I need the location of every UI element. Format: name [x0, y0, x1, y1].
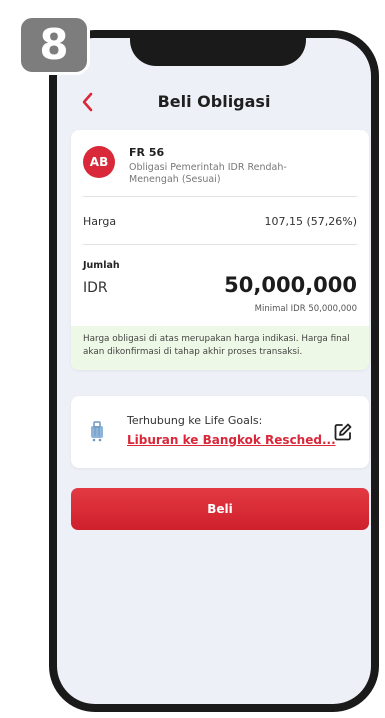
divider [83, 196, 357, 197]
bond-avatar: AB [83, 146, 115, 178]
chevron-left-icon[interactable] [77, 90, 99, 114]
amount-input[interactable]: 50,000,000 [224, 273, 357, 297]
phone-screen: Beli Obligasi AB FR 56 Obligasi Pemerint… [57, 38, 371, 704]
page-title: Beli Obligasi [157, 92, 271, 111]
life-goal-card: Terhubung ke Life Goals: Liburan ke Bang… [71, 396, 369, 468]
amount-label: Jumlah [83, 260, 120, 271]
bond-card: AB FR 56 Obligasi Pemerintah IDR Rendah-… [71, 130, 369, 370]
currency-label: IDR [83, 280, 108, 296]
info-notice: Harga obligasi di atas merupakan harga i… [71, 326, 369, 370]
bond-code: FR 56 [129, 146, 165, 159]
life-goal-label: Terhubung ke Life Goals: [127, 414, 263, 427]
minimum-note: Minimal IDR 50,000,000 [254, 304, 357, 314]
divider [83, 244, 357, 245]
luggage-icon [91, 421, 103, 442]
stage: 8 Beli Obligasi AB FR 56 Obligasi Pemeri… [0, 0, 385, 718]
phone-frame: Beli Obligasi AB FR 56 Obligasi Pemerint… [49, 30, 379, 712]
buy-button[interactable]: Beli [71, 488, 369, 530]
price-value: 107,15 (57,26%) [264, 215, 357, 228]
edit-icon[interactable] [333, 422, 353, 442]
price-label: Harga [83, 215, 117, 228]
step-badge: 8 [18, 15, 90, 75]
header: Beli Obligasi [57, 88, 371, 118]
phone-notch [130, 38, 306, 66]
bond-description: Obligasi Pemerintah IDR Rendah-Menengah … [129, 162, 287, 185]
life-goal-link[interactable]: Liburan ke Bangkok Resched... [127, 433, 336, 447]
